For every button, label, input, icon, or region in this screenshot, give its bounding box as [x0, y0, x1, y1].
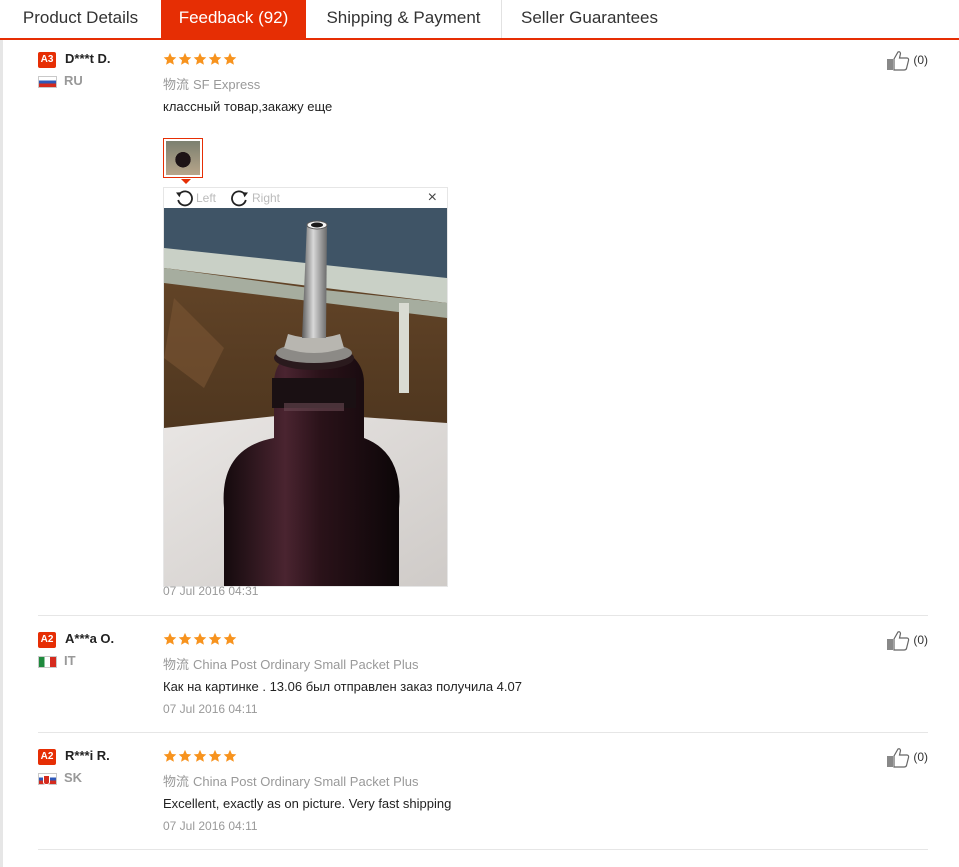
logistics-carrier: SF Express: [193, 77, 261, 92]
tab-seller-guarantees[interactable]: Seller Guarantees: [502, 0, 677, 38]
review-photo: [164, 208, 447, 586]
star-icon: [178, 632, 192, 646]
helpful-count: (0): [913, 53, 928, 67]
star-icon: [178, 749, 192, 763]
thumbs-up-icon: [886, 630, 910, 652]
star-icon: [163, 52, 177, 66]
helpful-count: (0): [913, 633, 928, 647]
photo-viewer: Left Right ×: [163, 187, 448, 587]
star-icon: [208, 52, 222, 66]
review-text: классный товар,закажу еще: [163, 99, 333, 114]
star-icon: [208, 632, 222, 646]
country-code: SK: [64, 770, 83, 785]
star-icon: [163, 749, 177, 763]
tab-feedback[interactable]: Feedback (92): [161, 0, 306, 38]
thumbs-up-icon: [886, 50, 910, 72]
buyer-name: A***a O.: [65, 631, 115, 646]
close-viewer-button[interactable]: ×: [428, 188, 437, 208]
review-date: 07 Jul 2016 04:11: [163, 819, 258, 833]
thumbs-up-icon: [886, 747, 910, 769]
italy-flag-icon: [38, 656, 57, 668]
logistics-info: 物流 China Post Ordinary Small Packet Plus: [163, 654, 418, 673]
slovakia-flag-icon: [38, 773, 57, 785]
star-icon: [193, 632, 207, 646]
buyer-name: D***t D.: [65, 51, 111, 66]
rotate-right-label: Right: [252, 191, 281, 205]
star-icon: [223, 52, 237, 66]
review-text: Excellent, exactly as on picture. Very f…: [163, 796, 452, 811]
buyer-level-badge: A2: [38, 749, 56, 765]
helpful-count: (0): [913, 750, 928, 764]
country-code: RU: [64, 73, 83, 88]
star-rating: [163, 632, 238, 648]
tab-shipping-payment[interactable]: Shipping & Payment: [306, 0, 501, 38]
buyer-level-badge: A3: [38, 52, 56, 68]
review-date: 07 Jul 2016 04:31: [163, 584, 259, 598]
star-icon: [163, 632, 177, 646]
star-rating: [163, 749, 238, 765]
left-border: [0, 40, 3, 867]
star-icon: [223, 632, 237, 646]
star-icon: [178, 52, 192, 66]
review-divider: [38, 732, 928, 733]
review-divider: [38, 615, 928, 616]
photo-viewer-toolbar: Left Right ×: [164, 188, 447, 208]
buyer-level-badge: A2: [38, 632, 56, 648]
logistics-label: 物流: [163, 77, 190, 92]
star-icon: [193, 52, 207, 66]
rotate-right-icon: [230, 189, 252, 207]
star-icon: [223, 749, 237, 763]
rotate-left-label: Left: [196, 191, 217, 205]
review-date: 07 Jul 2016 04:11: [163, 702, 258, 716]
country-code: IT: [64, 653, 76, 668]
review-divider: [38, 849, 928, 850]
star-rating: [163, 52, 238, 68]
review-photo-thumbnail[interactable]: [163, 138, 203, 178]
tab-bar: Product Details Feedback (92) Shipping &…: [0, 0, 959, 40]
review-item: A2 R***i R. SK 物流 China Post Ordinary Sma…: [38, 747, 928, 839]
review-item: A3 D***t D. RU 物流 SF Express классный тов…: [38, 50, 928, 607]
review-item: A2 A***a O. IT 物流 China Post Ordinary Sma…: [38, 630, 928, 722]
logistics-carrier: China Post Ordinary Small Packet Plus: [193, 657, 419, 672]
thumbnail-pointer: [181, 179, 191, 184]
review-text: Как на картинке . 13.06 был отправлен за…: [163, 679, 522, 694]
logistics-label: 物流: [163, 657, 190, 672]
buyer-name: R***i R.: [65, 748, 110, 763]
logistics-label: 物流: [163, 774, 190, 789]
rotate-left-icon: [174, 189, 196, 207]
logistics-carrier: China Post Ordinary Small Packet Plus: [193, 774, 419, 789]
logistics-info: 物流 SF Express: [163, 74, 260, 93]
star-icon: [208, 749, 222, 763]
star-icon: [193, 749, 207, 763]
russia-flag-icon: [38, 76, 57, 88]
tab-product-details[interactable]: Product Details: [0, 0, 161, 38]
logistics-info: 物流 China Post Ordinary Small Packet Plus: [163, 771, 418, 790]
